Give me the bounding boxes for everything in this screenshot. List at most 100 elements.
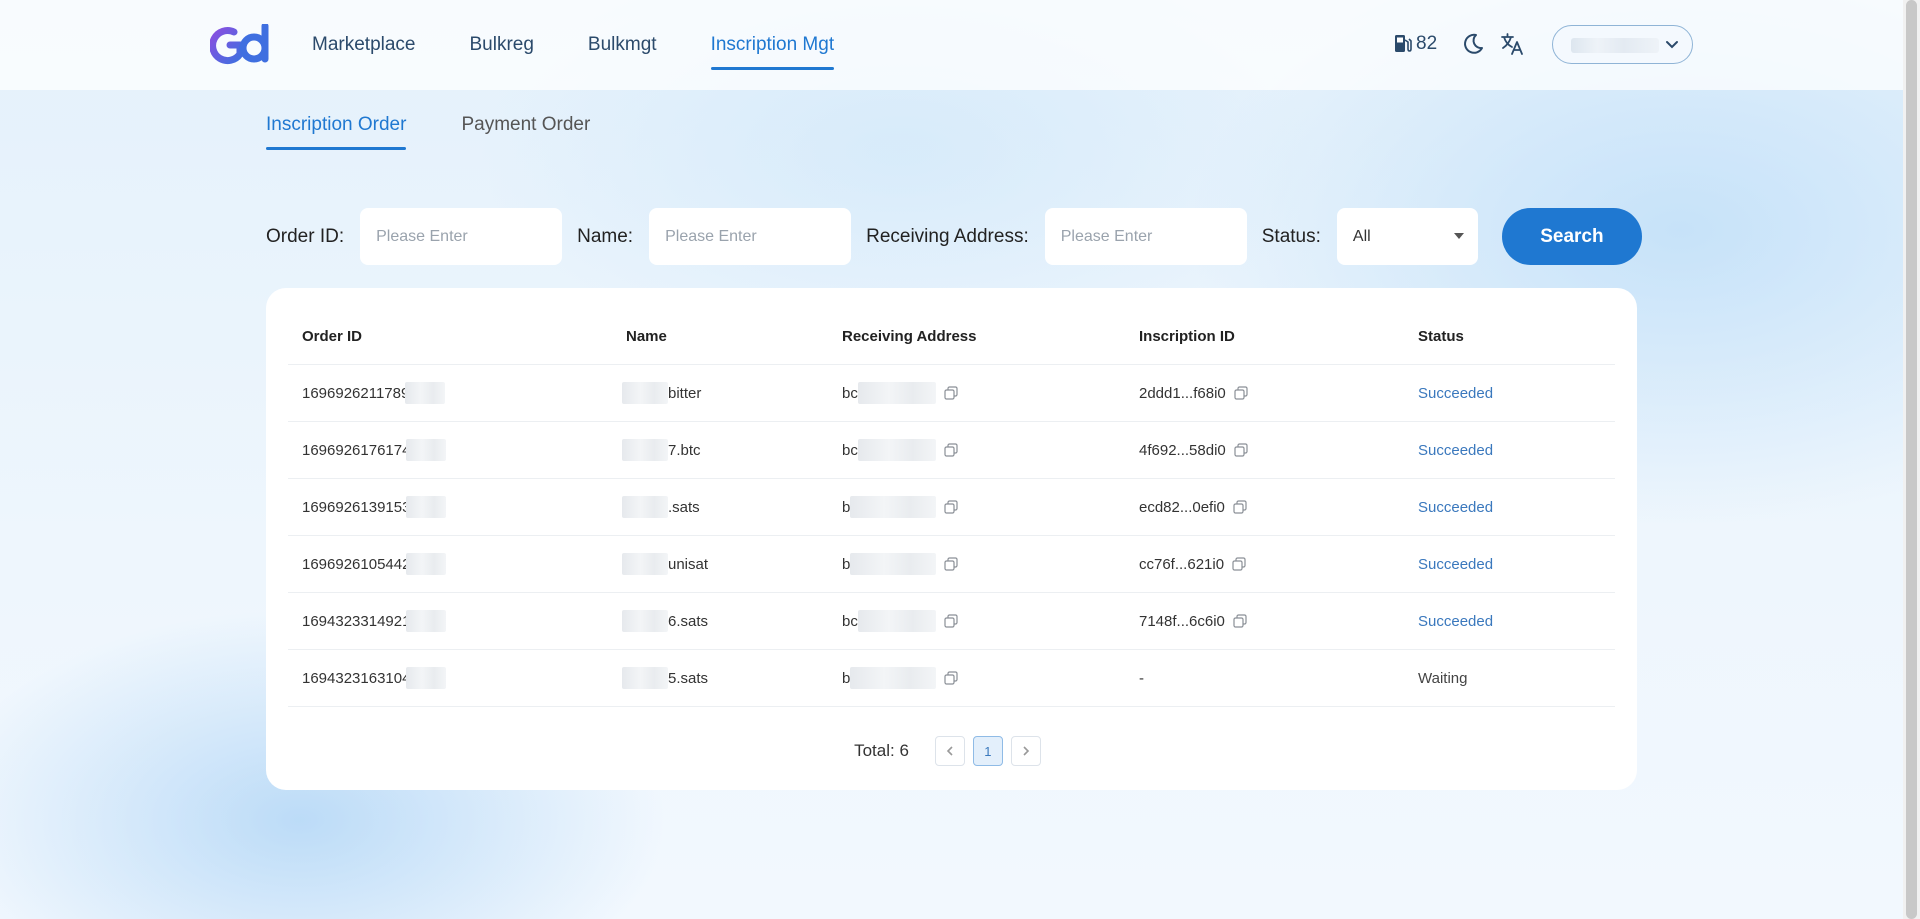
nav-bulkreg[interactable]: Bulkreg [470, 0, 534, 90]
copy-icon[interactable] [1232, 557, 1246, 571]
copy-icon[interactable] [944, 671, 958, 685]
header-name: Name [626, 327, 667, 345]
table-row: 1696926139153 .sats b ecd82...0efi0 Succeede… [288, 479, 1615, 536]
gas-fee-indicator[interactable]: 82 [1394, 33, 1437, 55]
redacted-block [405, 382, 446, 404]
copy-icon[interactable] [1233, 614, 1247, 628]
status-text[interactable]: Succeeded [1418, 442, 1493, 459]
redacted-block [850, 496, 937, 518]
nav-bulkmgt[interactable]: Bulkmgt [588, 0, 657, 90]
account-dropdown[interactable] [1552, 25, 1693, 64]
order-id-text: 1696926211789 [302, 384, 410, 402]
address-text: bc [842, 441, 858, 459]
inscription-id-cell: 4f692...58di0 [1139, 422, 1418, 478]
table-header: Order ID Name Receiving Address Inscript… [288, 308, 1615, 365]
copy-icon[interactable] [1233, 500, 1247, 514]
inscription-id-text[interactable]: ecd82...0efi0 [1139, 499, 1225, 516]
filter-bar: Order ID: Name: Receiving Address: Statu… [266, 208, 1642, 265]
next-page-button[interactable] [1010, 736, 1041, 766]
status-cell: Succeeded [1418, 536, 1615, 592]
inscription-id-cell: 2ddd1...f68i0 [1139, 365, 1418, 421]
top-header: Marketplace Bulkreg Bulkmgt Inscription … [0, 0, 1903, 90]
copy-icon[interactable] [1234, 443, 1248, 457]
redacted-block [406, 439, 447, 461]
redacted-block [406, 496, 447, 518]
receiving-address-cell: b [842, 650, 1139, 706]
prev-page-button[interactable] [934, 736, 965, 766]
order-id-label: Order ID: [266, 225, 345, 247]
address-text: b [842, 669, 851, 687]
table-body: 1696926211789 bitter bc 2ddd1...f68i0 Succee… [288, 365, 1615, 707]
redacted-block [622, 439, 668, 461]
tab-inscription-order[interactable]: Inscription Order [266, 114, 407, 150]
receiving-address-label: Receiving Address: [866, 225, 1029, 247]
inscription-id-text[interactable]: 7148f...6c6i0 [1139, 613, 1225, 630]
status-select[interactable]: All [1336, 208, 1478, 265]
status-text[interactable]: Succeeded [1418, 613, 1493, 630]
redacted-block [406, 667, 447, 689]
redacted-block [857, 610, 936, 632]
status-text[interactable]: Succeeded [1418, 385, 1493, 402]
name-cell: .sats [622, 479, 842, 535]
page-scrollbar[interactable] [1903, 0, 1920, 919]
address-text: bc [842, 384, 858, 402]
status-cell: Succeeded [1418, 365, 1615, 421]
inscription-id-text[interactable]: 2ddd1...f68i0 [1139, 385, 1226, 402]
copy-icon[interactable] [944, 614, 958, 628]
nav-marketplace[interactable]: Marketplace [312, 0, 416, 90]
order-id-input[interactable] [360, 208, 563, 265]
receiving-address-cell: bc [842, 422, 1139, 478]
status-select-value: All [1352, 228, 1371, 245]
name-text: .sats [668, 498, 700, 516]
redacted-block [850, 667, 937, 689]
status-cell: Succeeded [1418, 593, 1615, 649]
name-cell: unisat [622, 536, 842, 592]
order-id-text: 1696926176174 [302, 441, 411, 459]
redacted-block [406, 553, 447, 575]
page-number-button[interactable]: 1 [972, 736, 1003, 766]
moon-icon[interactable] [1462, 33, 1484, 55]
order-id-text: 1694323314921 [302, 612, 411, 630]
receiving-address-input[interactable] [1044, 208, 1247, 265]
gas-fee-value: 82 [1416, 33, 1438, 54]
copy-icon[interactable] [944, 500, 958, 514]
copy-icon[interactable] [1234, 386, 1248, 400]
copy-icon[interactable] [944, 386, 958, 400]
orders-card: Order ID Name Receiving Address Inscript… [266, 288, 1637, 790]
status-text[interactable]: Succeeded [1418, 556, 1493, 573]
name-cell: 6.sats [622, 593, 842, 649]
nav-inscription-mgt[interactable]: Inscription Mgt [710, 0, 834, 90]
inscription-id-cell: ecd82...0efi0 [1139, 479, 1418, 535]
caret-down-icon [1453, 233, 1464, 239]
receiving-address-cell: b [842, 536, 1139, 592]
gas-pump-icon [1395, 35, 1412, 52]
name-text: unisat [668, 555, 709, 573]
order-id-cell: 1696926211789 [288, 365, 626, 421]
copy-icon[interactable] [944, 443, 958, 457]
name-cell: 5.sats [622, 650, 842, 706]
redacted-block [622, 667, 668, 689]
search-button[interactable]: Search [1501, 208, 1642, 265]
order-id-text: 1696926105442 [302, 555, 411, 573]
status-cell: Succeeded [1418, 422, 1615, 478]
receiving-address-cell: bc [842, 593, 1139, 649]
name-input[interactable] [649, 208, 852, 265]
address-text: b [842, 555, 851, 573]
logo-icon[interactable] [210, 24, 272, 66]
inscription-id-text[interactable]: cc76f...621i0 [1139, 556, 1224, 573]
tab-payment-order[interactable]: Payment Order [461, 114, 590, 148]
inscription-id-text[interactable]: 4f692...58di0 [1139, 442, 1226, 459]
translate-icon[interactable] [1500, 32, 1524, 56]
copy-icon[interactable] [944, 557, 958, 571]
redacted-block [850, 553, 937, 575]
status-text: Waiting [1418, 669, 1468, 687]
inscription-id-cell: cc76f...621i0 [1139, 536, 1418, 592]
total-count: Total: 6 [854, 741, 909, 760]
status-text[interactable]: Succeeded [1418, 499, 1493, 516]
header-receiving-address: Receiving Address [842, 327, 977, 345]
order-id-cell: 1696926176174 [288, 422, 626, 478]
pagination: Total: 6 1 [266, 736, 1637, 766]
scrollbar-thumb[interactable] [1906, 0, 1917, 919]
orders-table: Order ID Name Receiving Address Inscript… [288, 308, 1615, 707]
name-text: 6.sats [668, 612, 709, 630]
